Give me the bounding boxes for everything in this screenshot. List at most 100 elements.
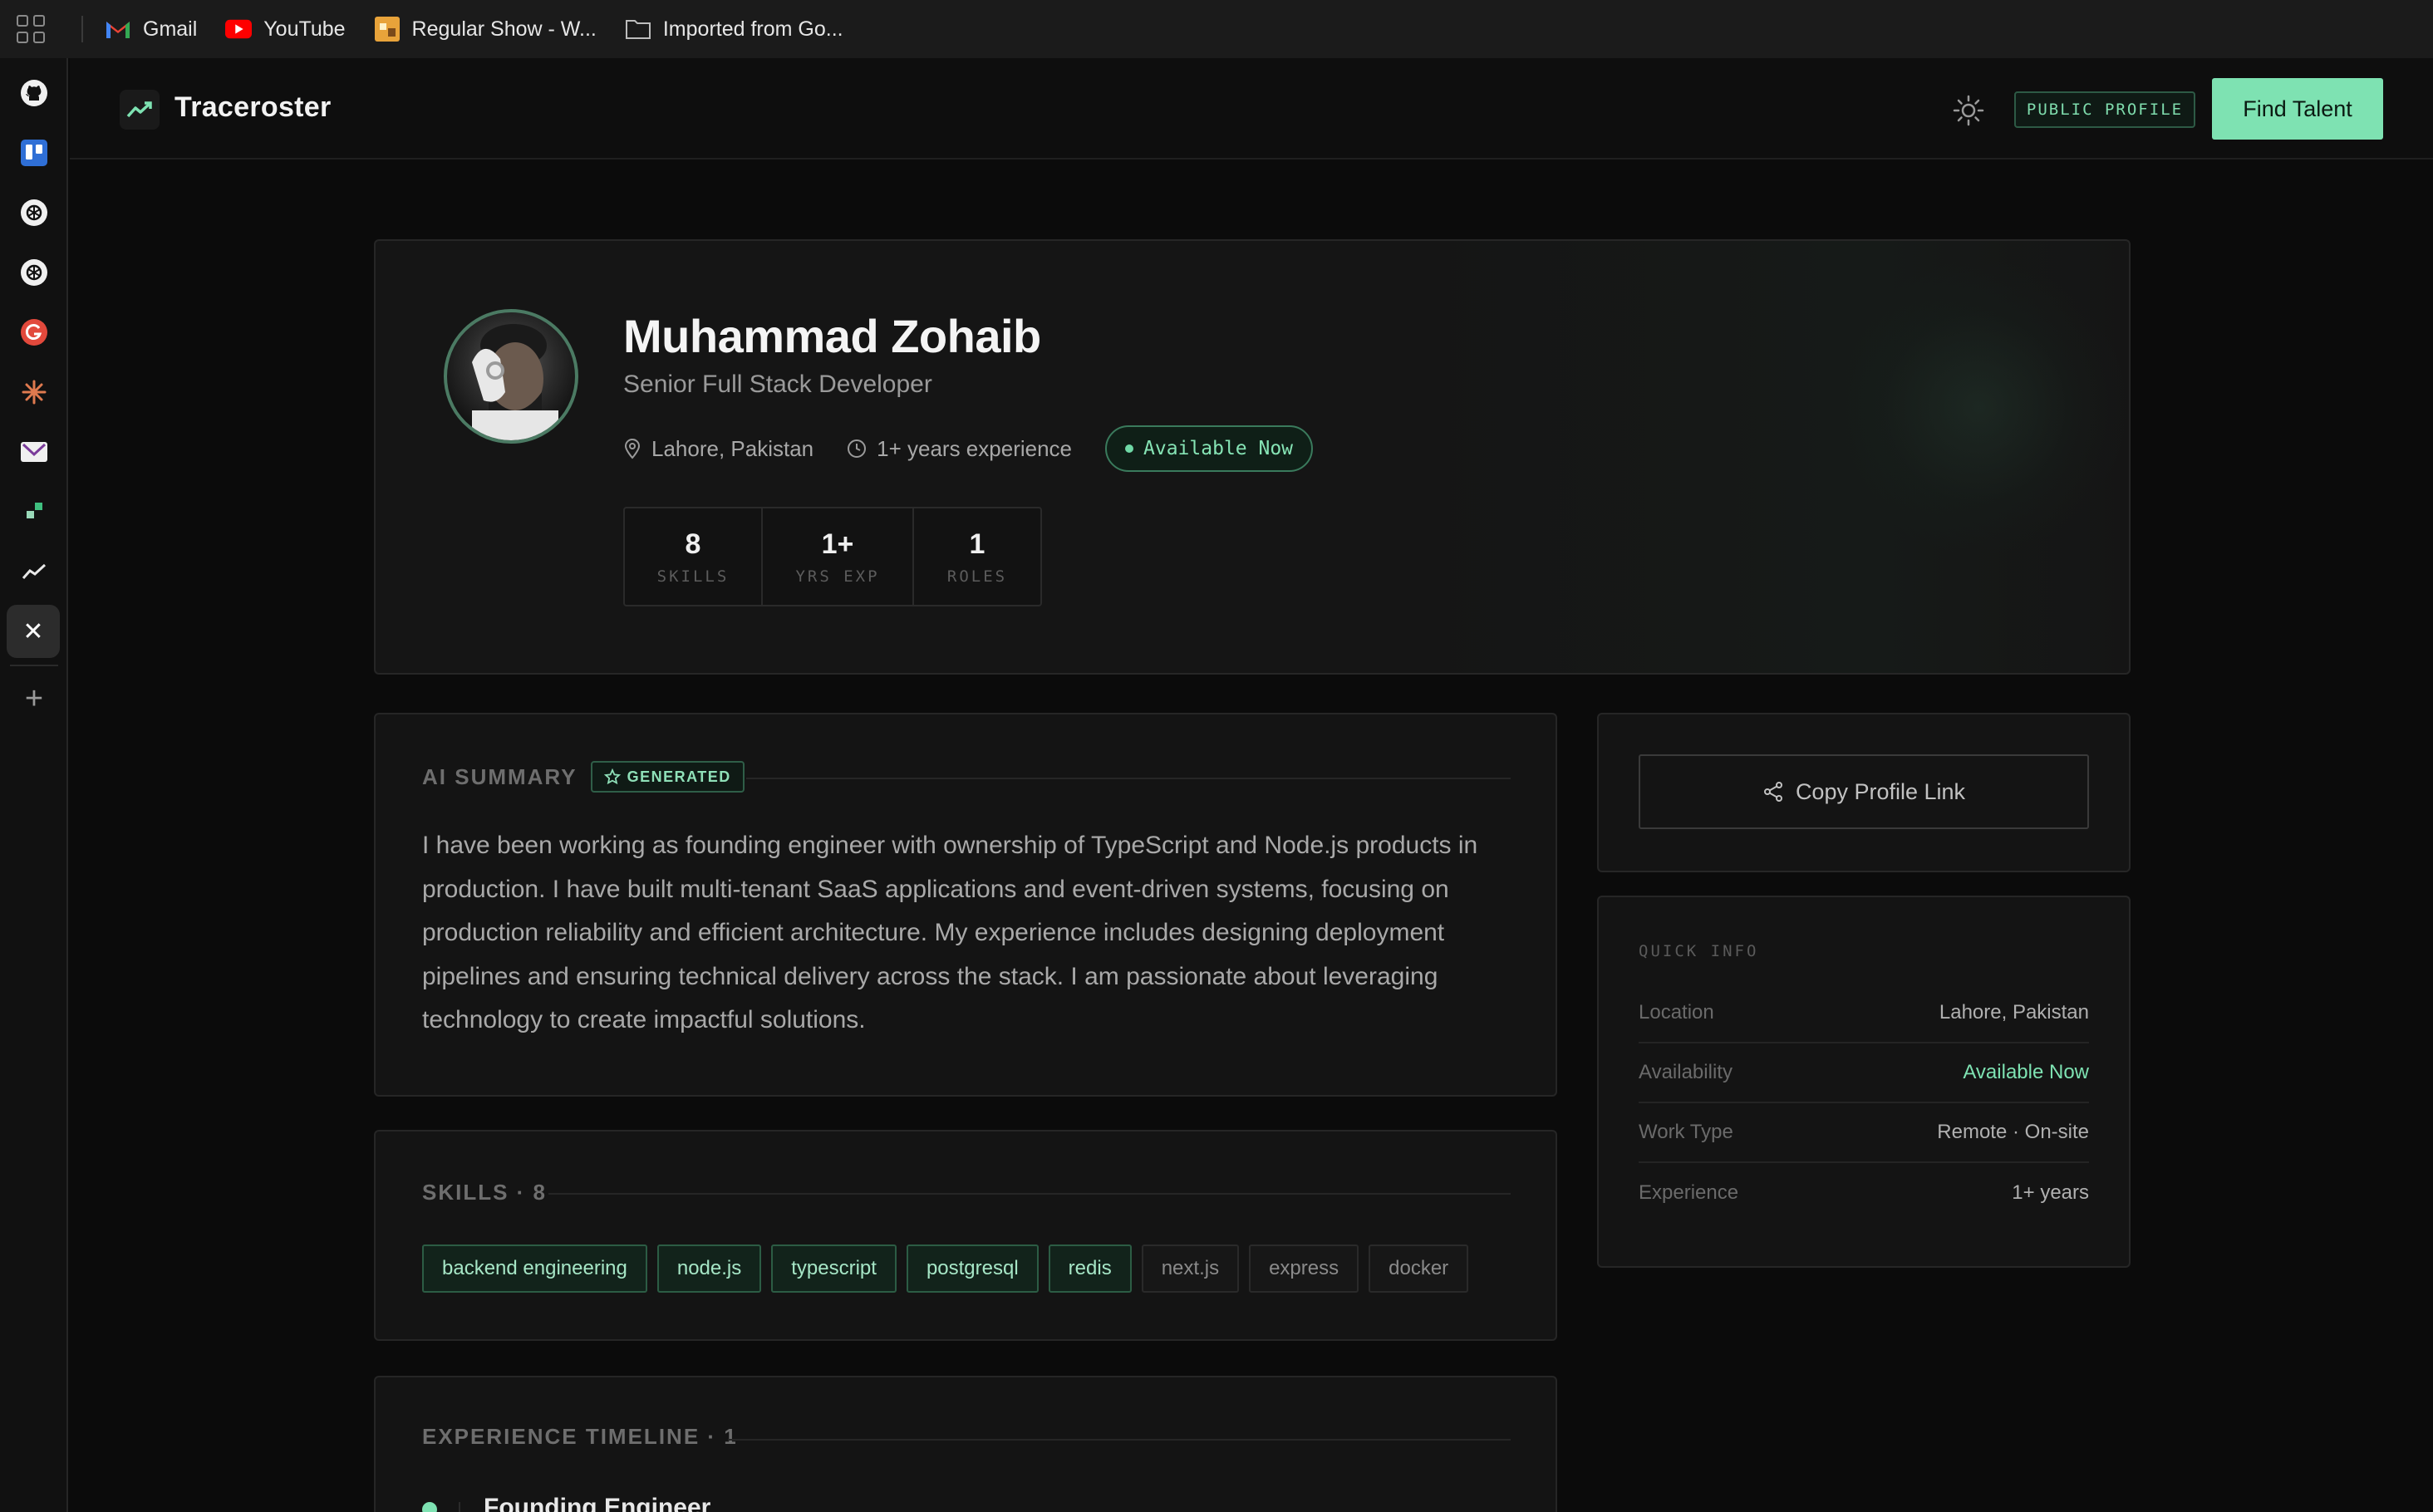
- quick-info-label: QUICK INFO: [1639, 942, 1759, 960]
- bookmark-label: Regular Show - W...: [411, 17, 597, 41]
- brand-name[interactable]: Traceroster: [174, 91, 332, 124]
- info-key: Location: [1639, 1001, 1714, 1024]
- section-rule: [728, 1439, 1511, 1441]
- vertical-tab-strip: ✕ +: [0, 58, 68, 1512]
- ai-summary-header: AI SUMMARY GENERATED: [422, 761, 745, 793]
- skill-tag[interactable]: redis: [1048, 1244, 1132, 1293]
- timeline-dot: [422, 1502, 437, 1512]
- bookmark-youtube[interactable]: YouTube: [225, 16, 346, 42]
- chatgpt-icon[interactable]: [17, 196, 51, 229]
- vercel-mail-icon[interactable]: [17, 435, 51, 469]
- skill-tag[interactable]: docker: [1369, 1244, 1469, 1293]
- copy-profile-link-button[interactable]: Copy Profile Link: [1639, 754, 2089, 829]
- stat-skills: 8 SKILLS: [625, 508, 763, 605]
- bookmarks-separator: [81, 16, 83, 42]
- chatgpt-icon-2[interactable]: [17, 256, 51, 289]
- location-meta: Lahore, Pakistan: [623, 436, 813, 462]
- grammarly-icon[interactable]: [17, 316, 51, 349]
- location-pin-icon: [624, 439, 641, 459]
- stat-value: 1+: [821, 528, 854, 560]
- stat-years: 1+ YRS EXP: [763, 508, 914, 605]
- strip-divider: [10, 665, 58, 666]
- skill-tag[interactable]: next.js: [1141, 1244, 1240, 1293]
- ai-summary-card: AI SUMMARY GENERATED I have been working…: [374, 713, 1557, 1097]
- generated-badge: GENERATED: [590, 761, 745, 793]
- stat-label: ROLES: [946, 567, 1008, 586]
- stat-label: SKILLS: [656, 567, 730, 586]
- theme-toggle-sun-icon[interactable]: [1949, 91, 1988, 130]
- gmail-icon: [105, 16, 131, 42]
- availability-badge: Available Now: [1105, 425, 1314, 472]
- skills-header: SKILLS · 8: [422, 1180, 547, 1205]
- app-header: Traceroster PUBLIC PROFILE Find Talent: [70, 58, 2433, 160]
- copy-link-card: Copy Profile Link: [1597, 713, 2131, 872]
- skill-tag[interactable]: backend engineering: [422, 1244, 647, 1293]
- folder-icon: [625, 16, 651, 42]
- skill-tag[interactable]: typescript: [771, 1244, 897, 1293]
- bookmark-imported-folder[interactable]: Imported from Go...: [625, 16, 843, 42]
- section-label: SKILLS · 8: [422, 1180, 548, 1205]
- bookmark-label: Imported from Go...: [662, 17, 843, 41]
- status-dot: [1125, 444, 1134, 453]
- section-label: AI SUMMARY: [422, 763, 578, 789]
- public-profile-badge: PUBLIC PROFILE: [2014, 91, 2195, 128]
- avatar: [444, 309, 578, 444]
- apps-grid-icon[interactable]: [17, 12, 50, 46]
- app-grid-green-icon[interactable]: [17, 495, 51, 528]
- section-rule: [548, 1193, 1511, 1195]
- profile-stats: 8 SKILLS 1+ YRS EXP 1 ROLES: [623, 507, 1042, 606]
- skills-card: SKILLS · 8 backend engineering node.js typ…: [374, 1130, 1557, 1341]
- info-row-availability: Availability Available Now: [1639, 1043, 2089, 1103]
- copy-link-label: Copy Profile Link: [1795, 778, 1966, 804]
- info-value: Lahore, Pakistan: [1939, 1001, 2089, 1024]
- traceroster-tab-icon[interactable]: [17, 555, 51, 588]
- info-key: Availability: [1639, 1061, 1733, 1083]
- profile-meta: Lahore, Pakistan 1+ years experience Ava…: [623, 425, 1314, 472]
- github-icon[interactable]: [17, 76, 51, 110]
- profile-title: Senior Full Stack Developer: [623, 371, 932, 398]
- star-icon: [603, 768, 621, 785]
- info-key: Work Type: [1639, 1121, 1733, 1143]
- experience-header: EXPERIENCE TIMELINE · 1: [422, 1424, 738, 1450]
- info-row-location: Location Lahore, Pakistan: [1639, 984, 2089, 1043]
- bookmark-gmail[interactable]: Gmail: [105, 16, 197, 42]
- trello-icon[interactable]: [17, 136, 51, 169]
- quick-info-card: QUICK INFO Location Lahore, Pakistan Ava…: [1597, 896, 2131, 1268]
- experience-card: EXPERIENCE TIMELINE · 1 Founding Enginee…: [374, 1376, 1557, 1512]
- info-row-work-type: Work Type Remote · On-site: [1639, 1103, 2089, 1163]
- experience-role: Founding Engineer: [484, 1494, 711, 1512]
- skill-tag[interactable]: postgresql: [906, 1244, 1039, 1293]
- info-value: Remote · On-site: [1937, 1121, 2089, 1143]
- stat-label: YRS EXP: [795, 567, 880, 586]
- experience-meta: 1+ years experience: [847, 436, 1072, 462]
- availability-text: Available Now: [1143, 438, 1294, 459]
- clock-icon: [848, 439, 867, 458]
- location-text: Lahore, Pakistan: [651, 435, 814, 461]
- traceroster-logo-icon[interactable]: [120, 90, 160, 130]
- regular-show-icon: [374, 16, 401, 42]
- bookmark-regular-show[interactable]: Regular Show - W...: [374, 16, 597, 42]
- skill-tag[interactable]: express: [1249, 1244, 1359, 1293]
- timeline-line: [459, 1502, 460, 1512]
- stat-value: 1: [969, 528, 985, 560]
- share-icon: [1763, 782, 1782, 802]
- experience-text: 1+ years experience: [877, 435, 1073, 461]
- add-tab-icon[interactable]: +: [18, 683, 50, 714]
- close-icon[interactable]: ✕: [7, 605, 60, 658]
- claude-icon[interactable]: [17, 376, 51, 409]
- stat-value: 8: [685, 528, 701, 560]
- profile-hero-card: Muhammad Zohaib Senior Full Stack Develo…: [374, 239, 2131, 675]
- summary-text: I have been working as founding engineer…: [422, 832, 1478, 1033]
- stat-roles: 1 ROLES: [914, 508, 1040, 605]
- profile-name: Muhammad Zohaib: [623, 310, 1041, 362]
- bookmark-label: Gmail: [143, 17, 198, 41]
- find-talent-button[interactable]: Find Talent: [2212, 78, 2383, 140]
- youtube-icon: [225, 16, 253, 42]
- generated-text: GENERATED: [627, 768, 731, 785]
- decorative-glow: [1830, 258, 2129, 557]
- section-label: EXPERIENCE TIMELINE · 1: [422, 1424, 738, 1449]
- info-value: Available Now: [1963, 1061, 2089, 1083]
- section-rule: [746, 778, 1511, 779]
- skill-tag[interactable]: node.js: [656, 1244, 762, 1293]
- bookmarks-bar: Gmail YouTube Regular Show - W... Import…: [0, 0, 2433, 58]
